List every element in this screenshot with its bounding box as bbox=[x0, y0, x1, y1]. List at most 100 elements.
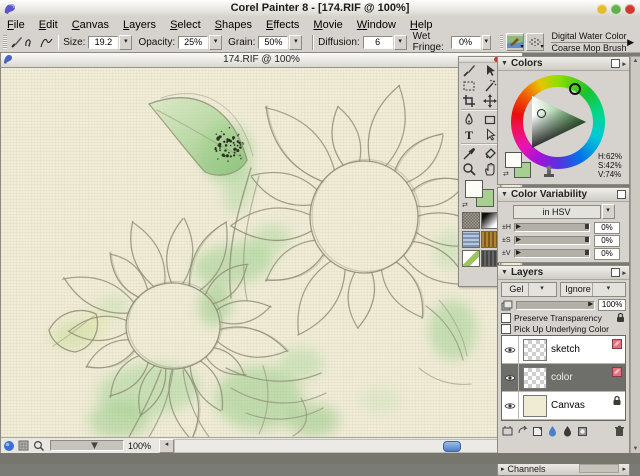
toolbox-drag-bar[interactable] bbox=[459, 57, 500, 63]
hue-selector-dot[interactable] bbox=[569, 83, 581, 95]
channels-scrollbar[interactable] bbox=[579, 464, 619, 473]
menu-canvas[interactable]: Canvas bbox=[65, 19, 116, 31]
scroll-left-button[interactable]: ◂ bbox=[159, 439, 174, 453]
colors-palette-header[interactable]: ▼ Colors ▸ bbox=[498, 57, 629, 71]
layer-commands-button[interactable] bbox=[517, 425, 528, 437]
new-watercolor-layer-button[interactable] bbox=[547, 425, 558, 437]
slider-popup-button[interactable]: ▾ bbox=[289, 35, 302, 50]
visibility-toggle[interactable] bbox=[502, 336, 519, 363]
brush-category-button[interactable]: ▾ bbox=[506, 33, 524, 51]
close-button[interactable] bbox=[625, 4, 635, 14]
menu-edit[interactable]: Edit bbox=[32, 19, 65, 31]
expand-triangle-icon[interactable]: ▸ bbox=[501, 465, 505, 473]
document-title-bar[interactable]: 174.RIF @ 100% bbox=[1, 53, 522, 68]
menu-shapes[interactable]: Shapes bbox=[208, 19, 259, 31]
sv-triangle[interactable] bbox=[524, 88, 592, 156]
pattern-selector[interactable] bbox=[462, 212, 480, 229]
paper-texture-icon[interactable] bbox=[16, 439, 31, 452]
collapse-triangle-icon[interactable]: ▼ bbox=[501, 191, 508, 198]
scroll-down-icon[interactable]: ▼ bbox=[631, 446, 640, 452]
layer-name[interactable]: color bbox=[551, 372, 573, 383]
value-box[interactable]: 19.2 bbox=[88, 36, 118, 49]
menu-layers[interactable]: Layers bbox=[116, 19, 163, 31]
slider-popup-button[interactable]: ▾ bbox=[482, 35, 491, 50]
palette-menu-icon[interactable]: ▸ bbox=[622, 269, 626, 277]
main-color-swatch[interactable] bbox=[465, 180, 483, 198]
visibility-toggle[interactable] bbox=[502, 392, 519, 419]
zoom-tool-icon[interactable] bbox=[31, 439, 46, 452]
grow-box-icon[interactable] bbox=[617, 190, 626, 199]
menu-window[interactable]: Window bbox=[350, 19, 403, 31]
layer-row-color[interactable]: color bbox=[502, 364, 625, 392]
zoom-slider[interactable] bbox=[50, 440, 124, 451]
composite-depth-select[interactable]: Ignore▾ bbox=[560, 282, 626, 297]
layer-thumbnail[interactable] bbox=[523, 395, 547, 417]
value-box[interactable]: 50% bbox=[258, 36, 288, 49]
magnifier-tool[interactable] bbox=[459, 161, 480, 176]
swap-colors-icon[interactable]: ⇄ bbox=[462, 201, 468, 209]
weave-selector[interactable] bbox=[462, 231, 480, 248]
layer-name[interactable]: Canvas bbox=[551, 400, 585, 411]
new-liquid-ink-layer-button[interactable] bbox=[562, 425, 573, 437]
main-color-swatch[interactable] bbox=[505, 152, 522, 168]
variability-slider[interactable] bbox=[514, 223, 590, 232]
variability-value[interactable]: 0% bbox=[594, 235, 620, 247]
propbar-flyout-arrow[interactable]: ▶ bbox=[627, 37, 634, 48]
collapse-triangle-icon[interactable]: ▼ bbox=[501, 269, 508, 276]
layer-opacity-slider[interactable] bbox=[516, 301, 595, 310]
drawing-mode-icon[interactable] bbox=[1, 439, 16, 452]
grow-box-icon[interactable] bbox=[611, 268, 620, 277]
value-box[interactable]: 25% bbox=[178, 36, 208, 49]
new-layer-button[interactable] bbox=[532, 425, 543, 437]
pickup-underlying-checkbox[interactable] bbox=[501, 324, 511, 334]
variability-mode-select[interactable]: in HSV bbox=[513, 205, 601, 219]
layer-name[interactable]: sketch bbox=[551, 344, 580, 355]
crop-tool[interactable] bbox=[459, 93, 480, 108]
variability-slider[interactable] bbox=[514, 249, 590, 258]
variability-value[interactable]: 0% bbox=[594, 222, 620, 234]
freehand-strokes-icon[interactable] bbox=[24, 35, 39, 50]
color-variability-header[interactable]: ▼ Color Variability bbox=[498, 188, 629, 202]
brush-variant-button[interactable]: ▾ bbox=[526, 33, 544, 51]
menu-file[interactable]: File bbox=[0, 19, 32, 31]
delete-layer-button[interactable] bbox=[614, 425, 625, 437]
composite-method-select[interactable]: Gel▾ bbox=[501, 282, 557, 297]
dynamic-plugins-button[interactable] bbox=[502, 425, 513, 437]
menu-movie[interactable]: Movie bbox=[306, 19, 349, 31]
straight-strokes-icon[interactable] bbox=[39, 35, 54, 50]
variability-value[interactable]: 0% bbox=[594, 248, 620, 260]
layer-thumbnail[interactable] bbox=[523, 339, 547, 361]
layer-row-canvas[interactable]: Canvas bbox=[502, 392, 625, 420]
text-tool[interactable]: T bbox=[459, 127, 480, 142]
chevron-down-icon[interactable]: ▾ bbox=[602, 204, 615, 219]
preserve-transparency-checkbox[interactable] bbox=[501, 313, 511, 323]
rectangular-selection-tool[interactable] bbox=[459, 78, 480, 93]
layer-thumbnail[interactable] bbox=[523, 367, 547, 389]
minimize-button[interactable] bbox=[597, 4, 607, 14]
dropper-tool[interactable] bbox=[459, 146, 480, 161]
slider-popup-button[interactable]: ▾ bbox=[394, 35, 407, 50]
layer-row-sketch[interactable]: sketch bbox=[502, 336, 625, 364]
grow-box-icon[interactable] bbox=[611, 59, 620, 68]
menu-help[interactable]: Help bbox=[403, 19, 440, 31]
maximize-button[interactable] bbox=[611, 4, 621, 14]
variability-slider[interactable] bbox=[514, 236, 590, 245]
menu-select[interactable]: Select bbox=[163, 19, 208, 31]
palette-menu-icon[interactable]: ▸ bbox=[622, 60, 626, 68]
new-layer-mask-button[interactable] bbox=[577, 425, 588, 437]
value-box[interactable]: 0% bbox=[451, 36, 481, 49]
brush-category-label[interactable]: Digital Water Color bbox=[551, 32, 627, 43]
menu-effects[interactable]: Effects bbox=[259, 19, 306, 31]
palette-dock-scrollbar[interactable]: ▲ ▼ bbox=[630, 56, 640, 454]
layers-palette-header[interactable]: ▼ Layers ▸ bbox=[498, 266, 629, 280]
value-box[interactable]: 6 bbox=[363, 36, 393, 49]
sv-selector-dot[interactable] bbox=[537, 109, 546, 118]
horizontal-scrollbar[interactable] bbox=[174, 439, 518, 453]
brush-variant-label[interactable]: Coarse Mop Brush bbox=[551, 44, 627, 53]
nozzle-selector[interactable] bbox=[462, 250, 480, 267]
pen-tool[interactable] bbox=[459, 112, 480, 127]
canvas-area[interactable] bbox=[1, 68, 520, 437]
collapse-triangle-icon[interactable]: ▼ bbox=[501, 60, 508, 67]
palette-menu-icon[interactable]: ▸ bbox=[622, 465, 626, 473]
swap-colors-icon[interactable]: ⇄ bbox=[503, 170, 509, 178]
